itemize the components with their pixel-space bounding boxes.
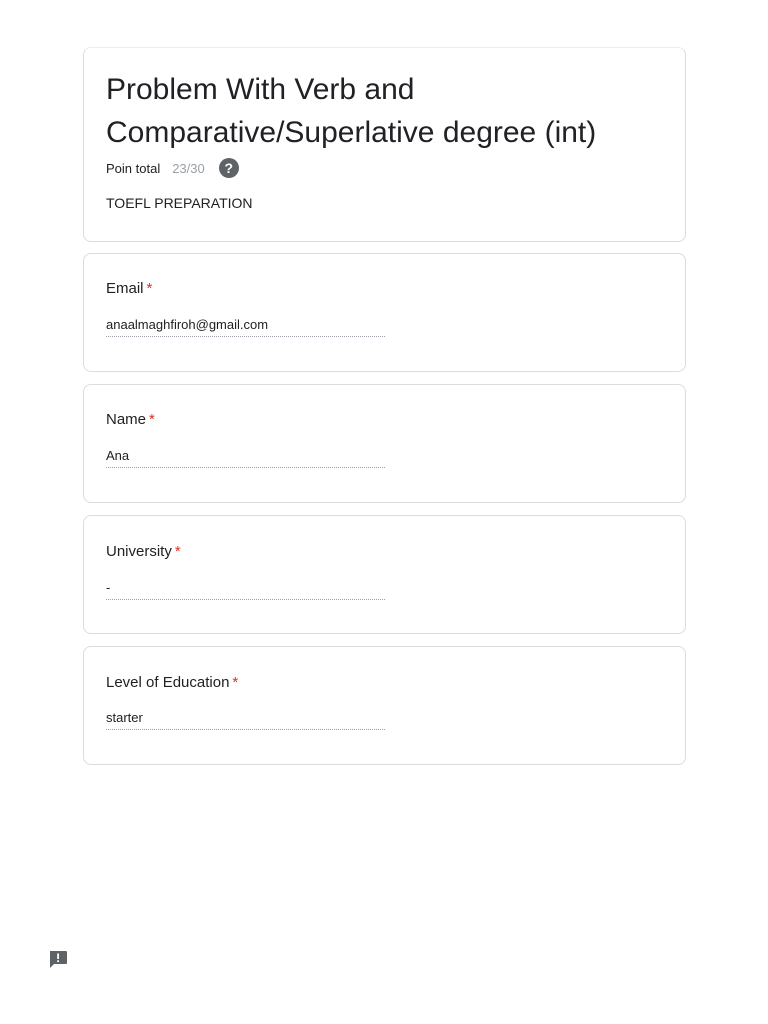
question-label: Level of Education * bbox=[106, 674, 238, 691]
points-summary: Poin total 23/30 ? bbox=[106, 157, 239, 179]
report-feedback-icon[interactable] bbox=[48, 950, 68, 969]
required-asterisk: * bbox=[149, 411, 155, 428]
question-label-text: Email bbox=[106, 280, 144, 297]
points-value: 23/30 bbox=[172, 160, 205, 176]
question-university: University * - bbox=[83, 515, 686, 634]
required-asterisk: * bbox=[232, 674, 239, 691]
email-answer: anaalmaghfiroh@gmail.com bbox=[106, 317, 385, 337]
required-asterisk: * bbox=[146, 280, 153, 297]
question-label-text: Name bbox=[106, 411, 147, 428]
name-answer: Ana bbox=[106, 448, 385, 468]
question-label: University * bbox=[106, 543, 181, 560]
points-label: Poin total bbox=[106, 160, 161, 176]
question-name: Name * Ana bbox=[83, 384, 686, 503]
question-label-text: University bbox=[106, 543, 172, 560]
form-title: Problem With Verb and Comparative/Superl… bbox=[106, 73, 597, 149]
question-label-text: Level of Education bbox=[106, 674, 230, 691]
question-level-of-education: Level of Education * starter bbox=[83, 646, 686, 765]
help-icon[interactable]: ? bbox=[218, 158, 239, 178]
university-answer: - bbox=[106, 580, 385, 600]
form-header-card: Problem With Verb and Comparative/Superl… bbox=[83, 47, 686, 242]
form-description: TOEFL PREPARATION bbox=[106, 195, 253, 211]
required-asterisk: * bbox=[174, 543, 181, 560]
question-email: Email * anaalmaghfiroh@gmail.com bbox=[83, 253, 686, 372]
question-label: Email * bbox=[106, 280, 152, 297]
level-of-education-answer: starter bbox=[106, 710, 385, 730]
form-page: Problem With Verb and Comparative/Superl… bbox=[0, 0, 768, 1024]
question-label: Name * bbox=[106, 411, 155, 428]
